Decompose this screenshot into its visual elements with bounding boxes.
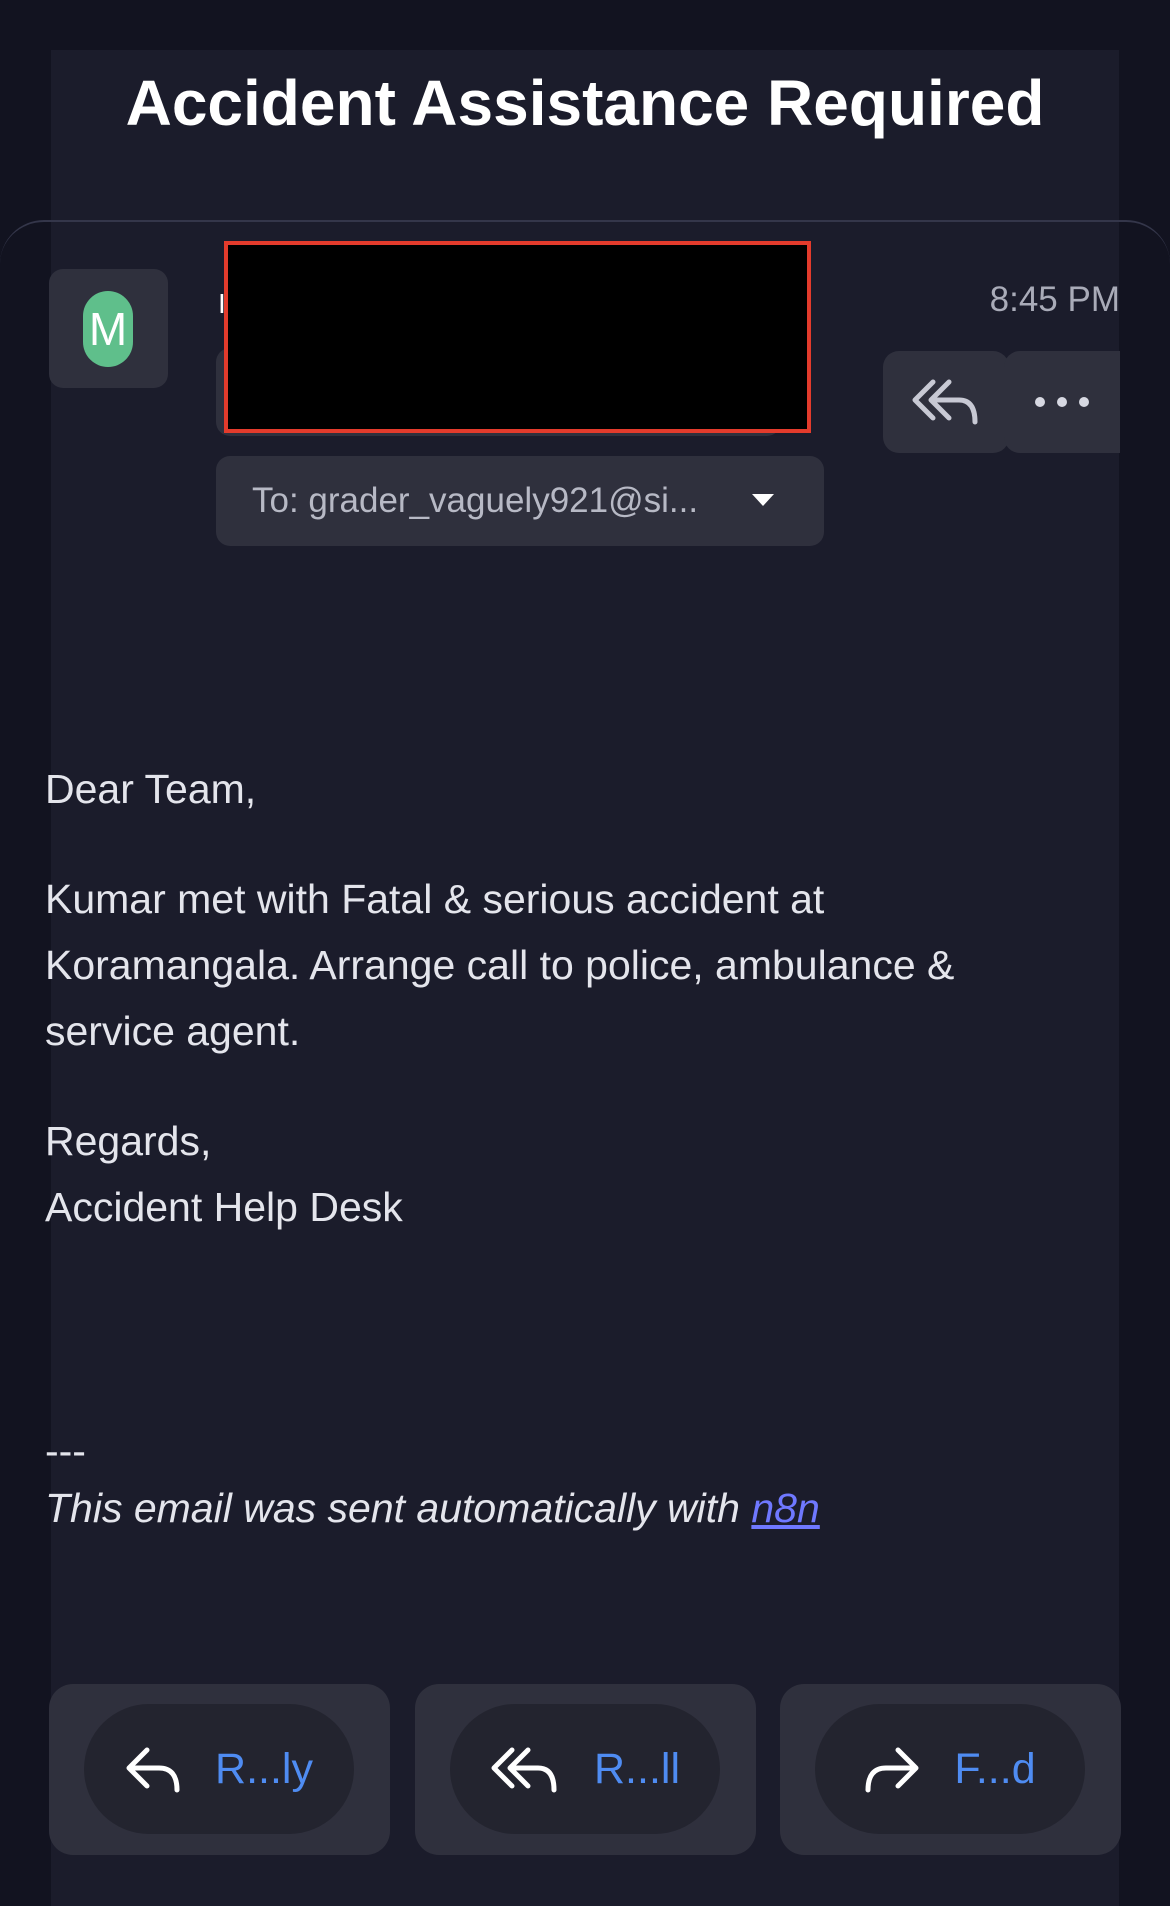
body-line-1: Kumar met with Fatal & serious accident … (45, 876, 825, 922)
forward-icon (865, 1747, 919, 1793)
footer-text: This email was sent automatically with (45, 1485, 752, 1531)
reply-button[interactable]: R...ly (84, 1704, 354, 1834)
reply-label: R...ly (215, 1744, 313, 1793)
reply-all-card: R...ll (415, 1684, 756, 1855)
separator: --- (45, 1428, 86, 1474)
footer-note: This email was sent automatically with n… (45, 1485, 820, 1532)
email-view: Accident Assistance Required M I 8:45 PM… (0, 0, 1170, 1906)
reply-all-button[interactable]: R...ll (450, 1704, 720, 1834)
recipient-dropdown[interactable]: To: grader_vaguely921@si... (216, 456, 824, 546)
chevron-down-icon (752, 494, 774, 506)
greeting: Dear Team, (45, 766, 257, 812)
avatar-initial: M (83, 291, 133, 367)
signoff: Regards, (45, 1118, 212, 1164)
reply-all-label: R...ll (594, 1744, 680, 1793)
redaction-box (224, 241, 811, 433)
more-options-button[interactable] (1004, 351, 1120, 453)
reply-card: R...ly (49, 1684, 390, 1855)
forward-button[interactable]: F...d (815, 1704, 1085, 1834)
email-subject: Accident Assistance Required (125, 67, 1045, 139)
body-line-2: Koramangala. Arrange call to police, amb… (45, 942, 955, 988)
reply-icon (126, 1747, 180, 1793)
reply-all-header-button[interactable] (883, 351, 1009, 453)
recipient-text: To: grader_vaguely921@si... (252, 481, 699, 520)
avatar[interactable]: M (49, 269, 168, 388)
n8n-link[interactable]: n8n (751, 1485, 819, 1531)
more-icon (1035, 397, 1089, 407)
body-line-3: service agent. (45, 1008, 301, 1054)
timestamp: 8:45 PM (989, 280, 1120, 319)
forward-label: F...d (954, 1744, 1036, 1793)
reply-all-icon (491, 1747, 557, 1793)
forward-card: F...d (780, 1684, 1121, 1855)
reply-all-icon (912, 379, 978, 425)
signature: Accident Help Desk (45, 1184, 403, 1230)
